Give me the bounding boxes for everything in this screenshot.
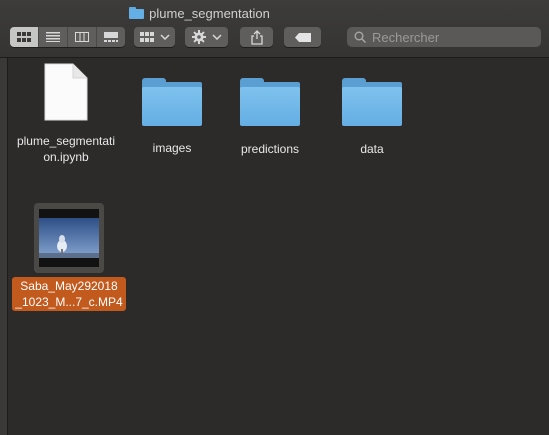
search-icon [354, 31, 366, 43]
folder-icon [240, 78, 300, 126]
search-field[interactable] [347, 27, 541, 47]
folder-item-predictions[interactable]: predictions [226, 78, 314, 157]
column-view-button[interactable] [68, 27, 97, 47]
search-input[interactable] [370, 28, 534, 46]
chevron-down-icon [159, 34, 170, 40]
folder-name: data [360, 142, 384, 156]
list-view-icon [46, 32, 60, 42]
window-title-bar: plume_segmentation [0, 5, 549, 21]
gear-icon [191, 30, 206, 44]
document-icon [44, 63, 88, 121]
view-mode-selector [10, 27, 125, 47]
folder-name: images [152, 141, 192, 155]
share-button[interactable] [240, 27, 273, 47]
folder-name: predictions [240, 142, 300, 156]
folder-item-data[interactable]: data [332, 78, 412, 157]
window-title: plume_segmentation [149, 5, 270, 21]
folder-icon [129, 7, 145, 19]
folder-icon [142, 78, 202, 126]
folder-icon [342, 78, 402, 126]
video-thumbnail-icon [39, 209, 99, 267]
icon-view-button[interactable] [10, 27, 39, 47]
file-name: Saba_May292018 _1023_M...7_c.MP4 [12, 277, 126, 311]
icon-view-icon [17, 32, 31, 42]
selected-file-name: Saba_May292018 _1023_M...7_c.MP4 [12, 277, 126, 311]
gallery-view-button[interactable] [97, 27, 125, 47]
list-view-button[interactable] [39, 27, 68, 47]
share-icon [250, 29, 263, 45]
sidebar-edge[interactable] [0, 58, 8, 435]
group-by-button[interactable] [134, 27, 175, 47]
action-menu-button[interactable] [185, 27, 228, 47]
file-item-notebook[interactable]: plume_segmentati on.ipynb [10, 63, 122, 165]
grid-icon [139, 32, 154, 42]
selection-highlight [34, 203, 104, 273]
tag-icon [294, 32, 311, 42]
toolbar: plume_segmentation [0, 0, 549, 58]
column-view-icon [75, 32, 89, 42]
file-item-video[interactable]: Saba_May292018 _1023_M...7_c.MP4 [12, 203, 126, 311]
file-name: plume_segmentati on.ipynb [16, 134, 116, 164]
folder-item-images[interactable]: images [132, 78, 212, 156]
chevron-down-icon [211, 34, 222, 40]
tag-button[interactable] [284, 27, 321, 47]
gallery-view-icon [104, 32, 118, 42]
